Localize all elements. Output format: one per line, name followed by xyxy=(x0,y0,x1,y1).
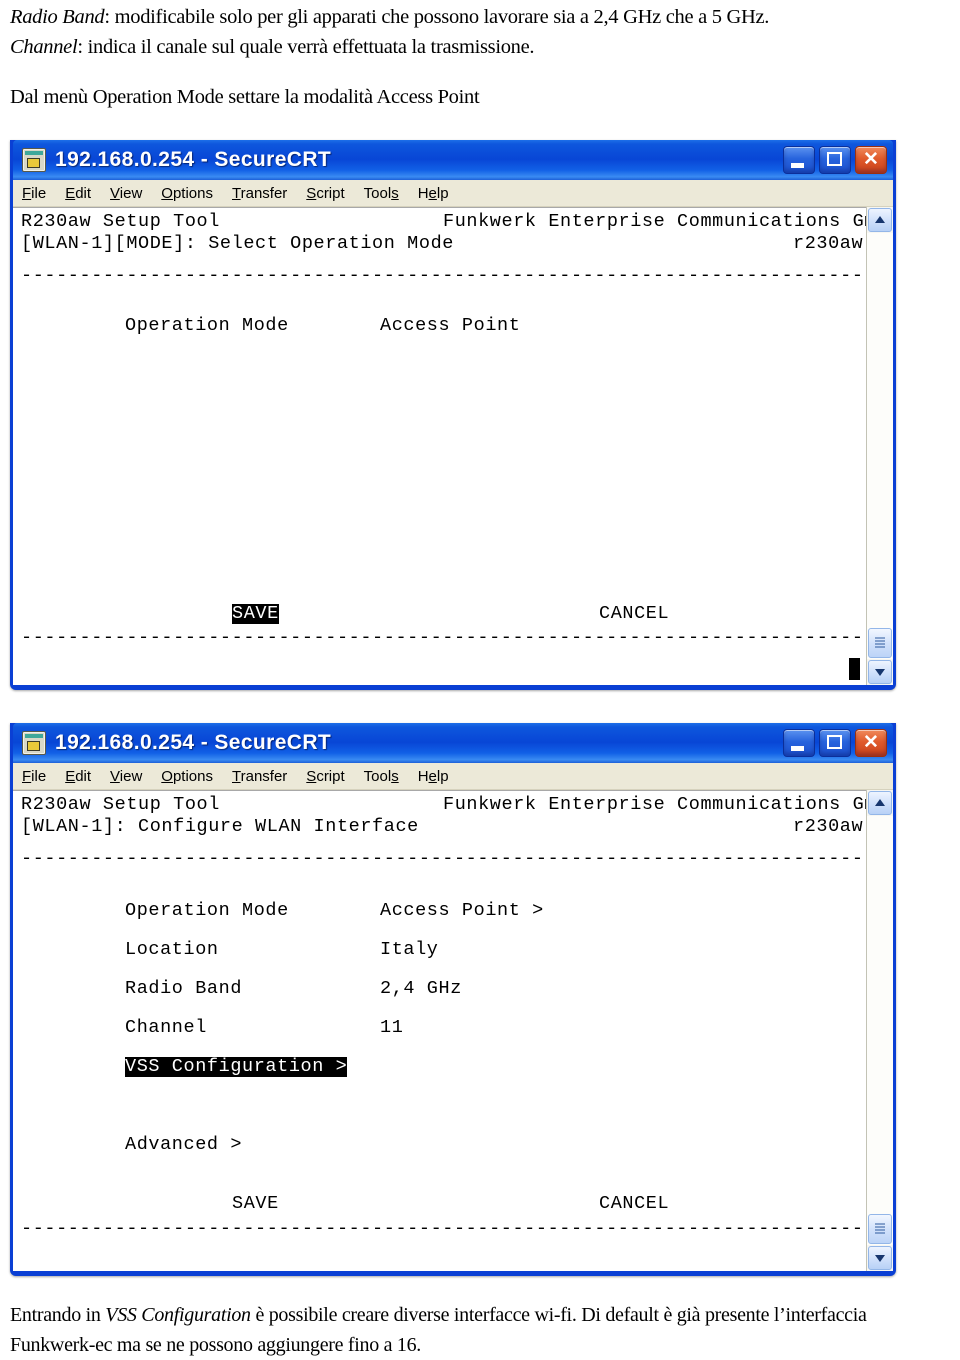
window-2-controls: ✕ xyxy=(783,729,887,757)
menu-view[interactable]: View xyxy=(110,768,142,785)
menu-script[interactable]: Script xyxy=(306,185,344,202)
scrollbar-thumb[interactable] xyxy=(868,628,892,658)
t2-vss-configuration-item[interactable]: VSS Configuration > xyxy=(125,1057,348,1077)
vss-configuration-term: VSS Configuration xyxy=(105,1304,251,1326)
t1-divider-bottom: ----------------------------------------… xyxy=(21,627,866,648)
t2-advanced-item[interactable]: Advanced > xyxy=(125,1135,242,1155)
t1-operation-mode-value[interactable]: Access Point xyxy=(380,316,520,336)
maximize-icon xyxy=(827,735,842,749)
minimize-icon xyxy=(791,163,804,168)
lead-text: Dal menù Operation Mode settare la modal… xyxy=(10,86,480,108)
t1-header-left: R230aw Setup Tool xyxy=(21,211,220,232)
menu-file[interactable]: File xyxy=(22,768,46,785)
menu-help[interactable]: Help xyxy=(418,185,449,202)
window-2-titlebar[interactable]: 192.168.0.254 - SecureCRT ✕ xyxy=(13,723,893,763)
t2-row-1-value[interactable]: Italy xyxy=(380,940,439,960)
t2-row-0-label: Operation Mode xyxy=(125,900,289,921)
t1-cancel-button[interactable]: CANCEL xyxy=(599,604,669,624)
window-1-titlebar[interactable]: 192.168.0.254 - SecureCRT ✕ xyxy=(13,140,893,180)
t2-row-2-value[interactable]: 2,4 GHz xyxy=(380,979,462,999)
window-1-menubar[interactable]: File Edit View Options Transfer Script T… xyxy=(13,180,893,207)
menu-options[interactable]: Options xyxy=(161,185,213,202)
scroll-down-icon[interactable] xyxy=(868,660,892,684)
t2-divider-top: ----------------------------------------… xyxy=(21,848,866,869)
t2-row-1-label: Location xyxy=(125,939,219,960)
radio-band-term: Radio Band xyxy=(10,6,105,28)
maximize-button[interactable] xyxy=(819,146,851,174)
scrollbar-grip-icon xyxy=(875,1223,885,1235)
close-icon: ✕ xyxy=(863,732,879,753)
close-button[interactable]: ✕ xyxy=(855,729,887,757)
scroll-up-icon[interactable] xyxy=(868,791,892,815)
terminal-2-scrollbar[interactable] xyxy=(866,790,893,1271)
t2-row-3-value[interactable]: 11 xyxy=(380,1018,403,1038)
t1-subheader-left: [WLAN-1][MODE]: Select Operation Mode xyxy=(21,233,454,254)
t2-subheader-right: r230aw xyxy=(793,816,864,837)
securecrt-window-select-operation-mode[interactable]: 192.168.0.254 - SecureCRT ✕ File Edit Vi… xyxy=(10,140,896,690)
scrollbar-grip-icon xyxy=(875,637,885,649)
securecrt-session-icon xyxy=(22,731,46,755)
close-button[interactable]: ✕ xyxy=(855,146,887,174)
maximize-button[interactable] xyxy=(819,729,851,757)
window-2-title: 192.168.0.254 - SecureCRT xyxy=(55,731,332,754)
t2-row-3-label: Channel xyxy=(125,1017,207,1038)
menu-view[interactable]: View xyxy=(110,185,142,202)
window-2-terminal-area: R230aw Setup Tool Funkwerk Enterprise Co… xyxy=(13,790,893,1271)
securecrt-window-configure-wlan-interface[interactable]: 192.168.0.254 - SecureCRT ✕ File Edit Vi… xyxy=(10,723,896,1276)
t1-operation-mode-label: Operation Mode xyxy=(125,315,289,336)
t2-subheader-left: [WLAN-1]: Configure WLAN Interface xyxy=(21,816,419,837)
radio-band-description: : modificabile solo per gli apparati che… xyxy=(104,6,770,28)
securecrt-session-icon xyxy=(22,148,46,172)
t1-save-button[interactable]: SAVE xyxy=(232,604,279,624)
scrollbar-track[interactable] xyxy=(867,233,893,659)
menu-options[interactable]: Options xyxy=(161,768,213,785)
t2-save-button[interactable]: SAVE xyxy=(232,1194,279,1214)
outro-paragraph: Entrando in VSS Configuration è possibil… xyxy=(10,1300,954,1360)
minimize-icon xyxy=(791,746,804,751)
intro-line-2: Channel: indica il canale sul quale verr… xyxy=(10,32,954,62)
window-1-terminal-area: R230aw Setup Tool Funkwerk Enterprise Co… xyxy=(13,207,893,685)
t1-header-right: Funkwerk Enterprise Communications GmbH xyxy=(443,211,866,232)
t1-block-cursor xyxy=(849,658,860,680)
menu-script[interactable]: Script xyxy=(306,768,344,785)
t1-divider-top: ----------------------------------------… xyxy=(21,265,866,286)
menu-edit[interactable]: Edit xyxy=(65,768,91,785)
scrollbar-track[interactable] xyxy=(867,816,893,1245)
outro-text-before: Entrando in xyxy=(10,1304,106,1326)
menu-transfer[interactable]: Transfer xyxy=(232,768,287,785)
menu-edit[interactable]: Edit xyxy=(65,185,91,202)
channel-description: : indica il canale sul quale verrà effet… xyxy=(77,36,535,58)
terminal-2-screen[interactable]: R230aw Setup Tool Funkwerk Enterprise Co… xyxy=(13,790,866,1271)
scroll-down-icon[interactable] xyxy=(868,1246,892,1270)
t2-cancel-button[interactable]: CANCEL xyxy=(599,1194,669,1214)
terminal-1-screen[interactable]: R230aw Setup Tool Funkwerk Enterprise Co… xyxy=(13,207,866,685)
window-1-controls: ✕ xyxy=(783,146,887,174)
menu-tools[interactable]: Tools xyxy=(364,768,399,785)
menu-help[interactable]: Help xyxy=(418,768,449,785)
scroll-up-icon[interactable] xyxy=(868,208,892,232)
scrollbar-thumb[interactable] xyxy=(868,1214,892,1244)
intro-paragraph: Radio Band: modificabile solo per gli ap… xyxy=(10,2,954,62)
terminal-1-scrollbar[interactable] xyxy=(866,207,893,685)
lead-paragraph: Dal menù Operation Mode settare la modal… xyxy=(10,82,954,112)
menu-file[interactable]: File xyxy=(22,185,46,202)
t1-subheader-right: r230aw xyxy=(793,233,864,254)
intro-line-1: Radio Band: modificabile solo per gli ap… xyxy=(10,2,954,32)
window-2-menubar[interactable]: File Edit View Options Transfer Script T… xyxy=(13,763,893,790)
minimize-button[interactable] xyxy=(783,146,815,174)
t2-row-0-value[interactable]: Access Point > xyxy=(380,901,544,921)
minimize-button[interactable] xyxy=(783,729,815,757)
close-icon: ✕ xyxy=(863,149,879,170)
t2-divider-bottom: ----------------------------------------… xyxy=(21,1218,866,1239)
maximize-icon xyxy=(827,152,842,166)
channel-term: Channel xyxy=(10,36,78,58)
menu-tools[interactable]: Tools xyxy=(364,185,399,202)
window-1-title: 192.168.0.254 - SecureCRT xyxy=(55,148,332,171)
t2-header-right: Funkwerk Enterprise Communications GmbH xyxy=(443,794,866,815)
t2-row-2-label: Radio Band xyxy=(125,978,243,999)
menu-transfer[interactable]: Transfer xyxy=(232,185,287,202)
t2-header-left: R230aw Setup Tool xyxy=(21,794,220,815)
